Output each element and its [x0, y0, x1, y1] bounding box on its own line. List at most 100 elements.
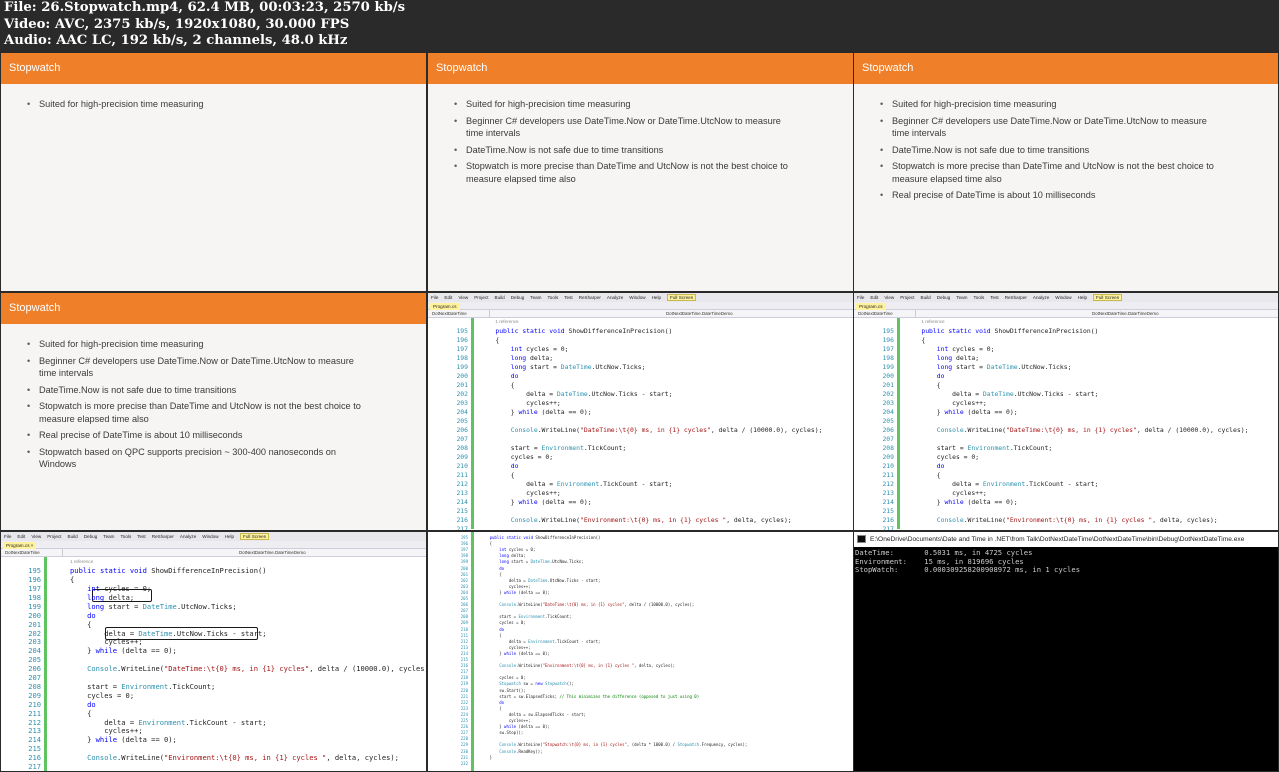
menu-file[interactable]: File	[431, 295, 438, 300]
line-number: 215	[456, 507, 468, 516]
code-line: 213 cycles++;	[854, 489, 1278, 498]
code-line: 203 cycles++;	[854, 399, 1278, 408]
tab-program-cs[interactable]: Program.cs	[856, 303, 886, 310]
menu-test[interactable]: Test	[137, 534, 145, 539]
video-info-header: File: 26.Stopwatch.mp4, 62.4 MB, 00:03:2…	[0, 0, 1279, 52]
slide-bullet: Suited for high-precision time measuring	[27, 98, 369, 110]
menu-help[interactable]: Help	[652, 295, 661, 300]
menu-debug[interactable]: Debug	[84, 534, 98, 539]
menu-tools[interactable]: Tools	[121, 534, 132, 539]
code-editor[interactable]: 1 reference 195 public static void ShowDif…	[854, 318, 1278, 530]
menu-team[interactable]: Team	[103, 534, 114, 539]
code-text: } while (delta == 0);	[70, 646, 177, 656]
menu-project[interactable]: Project	[47, 534, 61, 539]
code-text: int cycles = 0;	[936, 345, 995, 354]
tab-program-cs[interactable]: Program.cs ×	[3, 542, 37, 549]
thumbnail-ide-1: File Edit View Project Build Debug Team Tools Te…	[428, 293, 853, 530]
menu-tools[interactable]: Tools	[548, 295, 559, 300]
menu-edit[interactable]: Edit	[444, 295, 452, 300]
code-line: 209 cycles = 0;	[428, 453, 853, 462]
menu-edit[interactable]: Edit	[17, 534, 25, 539]
full-screen-button[interactable]: Full Screen	[240, 533, 270, 540]
thumbnail-slide-3: Stopwatch Suited for high-precision time…	[854, 53, 1278, 291]
menu-build[interactable]: Build	[921, 295, 931, 300]
code-editor-zoomed-out[interactable]: 195 public static void ShowDifferenceInPr…	[428, 532, 853, 771]
references-codelens[interactable]: 1 reference	[921, 319, 944, 324]
line-number: 211	[456, 471, 468, 480]
console-title-text: E:\OneDrive\Documents\Date and Time in .…	[870, 536, 1245, 543]
full-screen-button[interactable]: Full Screen	[1093, 294, 1123, 301]
project-dropdown[interactable]: DotNextDateTime	[3, 549, 63, 556]
code-editor[interactable]: 1 reference 195 public static void ShowDif…	[1, 557, 426, 771]
menu-view[interactable]: View	[458, 295, 468, 300]
menu-resharper[interactable]: ReSharper	[1005, 295, 1027, 300]
code-text: do	[510, 372, 519, 381]
code-line: 214 } while (delta == 0);	[854, 498, 1278, 507]
menu-project[interactable]: Project	[900, 295, 914, 300]
menu-tools[interactable]: Tools	[974, 295, 985, 300]
code-line: 215	[854, 507, 1278, 516]
file-info-line: File: 26.Stopwatch.mp4, 62.4 MB, 00:03:2…	[4, 0, 406, 15]
line-number: 210	[882, 462, 894, 471]
menu-view[interactable]: View	[884, 295, 894, 300]
line-number: 196	[882, 336, 894, 345]
line-number: 202	[882, 390, 894, 399]
project-dropdown[interactable]: DotNextDateTime	[856, 310, 916, 317]
menu-analyze[interactable]: Analyze	[1033, 295, 1049, 300]
code-text: Console.WriteLine("DateTime:\t{0} ms, in…	[936, 426, 1249, 435]
code-text: delta = Environment.TickCount - start;	[495, 480, 673, 489]
menu-project[interactable]: Project	[474, 295, 488, 300]
ide-menubar: File Edit View Project Build Debug Team Tools Te…	[854, 293, 1278, 302]
menu-window[interactable]: Window	[202, 534, 218, 539]
code-line: 206 Console.WriteLine("DateTime:\t{0} ms…	[854, 426, 1278, 435]
code-text: } while (delta == 0);	[921, 498, 1018, 507]
code-line: 216 Console.WriteLine("Environment:\t{0}…	[428, 516, 853, 525]
line-number: 200	[882, 372, 894, 381]
menu-build[interactable]: Build	[68, 534, 78, 539]
menu-edit[interactable]: Edit	[870, 295, 878, 300]
class-dropdown[interactable]: DotNextDateTime.DateTimeDemo	[1092, 310, 1159, 317]
menu-window[interactable]: Window	[1055, 295, 1071, 300]
menu-file[interactable]: File	[857, 295, 864, 300]
references-codelens[interactable]: 1 reference	[70, 559, 93, 564]
code-line: 199 long start = DateTime.UtcNow.Ticks;	[854, 363, 1278, 372]
code-line: 202 delta = DateTime.UtcNow.Ticks - star…	[428, 390, 853, 399]
menu-debug[interactable]: Debug	[511, 295, 525, 300]
code-line: 204 } while (delta == 0);	[428, 408, 853, 417]
menu-window[interactable]: Window	[629, 295, 645, 300]
menu-test[interactable]: Test	[990, 295, 998, 300]
slide-bullet: Beginner C# developers use DateTime.Now …	[880, 115, 1222, 139]
menu-team[interactable]: Team	[956, 295, 967, 300]
code-line: 207	[854, 435, 1278, 444]
code-editor[interactable]: 1 reference 195 public static void ShowDif…	[428, 318, 853, 530]
menu-file[interactable]: File	[4, 534, 11, 539]
slide-bullet: Real precise of DateTime is about 10 mil…	[27, 429, 369, 441]
class-dropdown[interactable]: DotNextDateTime.DateTimeDemo	[666, 310, 733, 317]
code-line: 213 cycles++;	[428, 489, 853, 498]
menu-team[interactable]: Team	[530, 295, 541, 300]
references-codelens[interactable]: 1 reference	[495, 319, 518, 324]
project-dropdown[interactable]: DotNextDateTime	[430, 310, 490, 317]
menu-build[interactable]: Build	[495, 295, 505, 300]
code-line: 196{	[1, 575, 426, 585]
menu-help[interactable]: Help	[1078, 295, 1087, 300]
menu-analyze[interactable]: Analyze	[607, 295, 623, 300]
slide-bullets: Suited for high-precision time measuring…	[854, 84, 1278, 202]
menu-resharper[interactable]: ReSharper	[152, 534, 174, 539]
full-screen-button[interactable]: Full Screen	[667, 294, 697, 301]
menu-debug[interactable]: Debug	[937, 295, 951, 300]
menu-resharper[interactable]: ReSharper	[579, 295, 601, 300]
menu-view[interactable]: View	[31, 534, 41, 539]
menu-help[interactable]: Help	[225, 534, 234, 539]
line-number: 210	[456, 462, 468, 471]
line-number: 217	[28, 762, 41, 771]
class-dropdown[interactable]: DotNextDateTime.DateTimeDemo	[239, 549, 306, 556]
menu-test[interactable]: Test	[564, 295, 572, 300]
menu-analyze[interactable]: Analyze	[180, 534, 196, 539]
thumbnail-ide-2: File Edit View Project Build Debug Team Tools Te…	[854, 293, 1278, 530]
tab-program-cs[interactable]: Program.cs	[430, 303, 460, 310]
code-line: 214 } while (delta == 0);	[1, 735, 426, 745]
ide-menubar: File Edit View Project Build Debug Team Tools Te…	[1, 532, 426, 541]
code-line: 211 {	[428, 471, 853, 480]
line-number: 197	[456, 345, 468, 354]
